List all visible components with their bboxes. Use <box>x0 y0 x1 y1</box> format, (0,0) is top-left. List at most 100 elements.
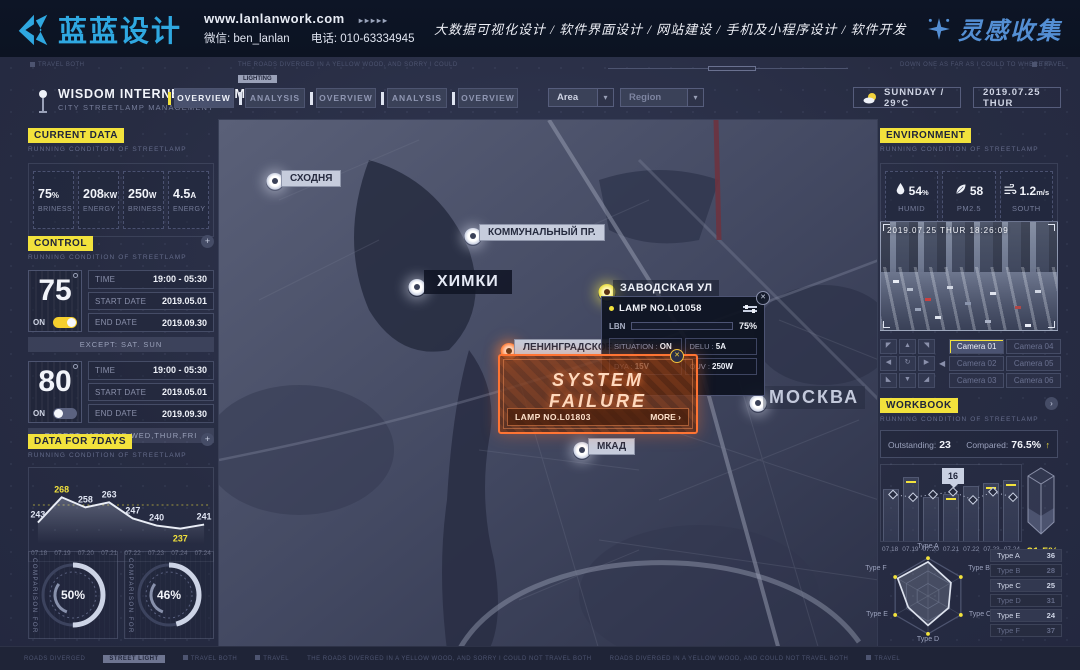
brightness-level-box: 80 ON <box>28 361 82 423</box>
map-label-zavodskaya[interactable]: ЗАВОДСКАЯ УЛ <box>613 280 719 296</box>
timeline-slider[interactable] <box>608 68 848 69</box>
deco-text: THE ROADS DIVERGED IN A YELLOW WOOD, AND… <box>238 62 458 68</box>
camera-button-5[interactable]: Camera 05 <box>1006 356 1061 371</box>
pan-down-right-icon[interactable]: ◢ <box>918 373 935 388</box>
map-label-skhodnya[interactable]: СХОДНЯ <box>281 170 341 187</box>
panel-subtitle: RUNNING CONDITION OF STREETLAMP <box>880 416 1058 423</box>
map-label-khimki[interactable]: ХИМКИ <box>424 270 512 294</box>
camera-button-3[interactable]: Camera 03 <box>949 373 1004 388</box>
pan-down-icon[interactable]: ▼ <box>899 373 916 388</box>
area-select[interactable]: Area ▾ <box>548 88 614 107</box>
inspiration-collect-button[interactable]: 灵感收集 <box>926 11 1062 46</box>
control-row-end[interactable]: END DATE2019.09.30 <box>88 313 214 332</box>
type-row[interactable]: Type E24 <box>990 609 1062 622</box>
control-row-time[interactable]: TIME19:00 - 05:30 <box>88 361 214 380</box>
power-toggle[interactable] <box>53 408 77 419</box>
tab-overview-1[interactable]: OVERVIEW <box>168 88 234 108</box>
tab-overview-3[interactable]: OVERVIEW <box>452 88 518 108</box>
type-value: 37 <box>1047 626 1055 635</box>
banner-contact: www.lanlanwork.com ▸▸▸▸▸ 微信: ben_lanlan … <box>204 11 414 46</box>
add-icon[interactable]: + <box>201 433 214 446</box>
type-row[interactable]: Type F37 <box>990 624 1062 637</box>
sun-cloud-icon <box>863 92 878 104</box>
radar-axis-label: Type F <box>865 565 886 572</box>
control-row-start[interactable]: START DATE2019.05.01 <box>88 292 214 311</box>
collect-label: 灵感收集 <box>958 11 1062 46</box>
chevron-right-icon[interactable]: › <box>1045 397 1058 410</box>
filter-sliders-icon[interactable] <box>743 304 757 314</box>
power-toggle[interactable] <box>53 317 77 328</box>
type-row[interactable]: Type C25 <box>990 579 1062 592</box>
tab-analysis-2[interactable]: ANALYSIS <box>381 88 447 108</box>
camera-button-1[interactable]: Camera 01 <box>949 339 1004 354</box>
svg-text:240: 240 <box>149 513 164 523</box>
pan-up-left-icon[interactable]: ◤ <box>880 339 897 354</box>
top-banner: 蓝蓝设计 www.lanlanwork.com ▸▸▸▸▸ 微信: ben_la… <box>0 0 1080 57</box>
add-icon[interactable]: + <box>201 235 214 248</box>
stat-card-briness2: 250W BRINESS <box>123 171 164 229</box>
more-button[interactable]: MORE › <box>650 412 681 422</box>
pan-up-icon[interactable]: ▲ <box>899 339 916 354</box>
video-traffic <box>893 280 899 283</box>
state-label: ON <box>33 318 45 327</box>
date-box: 2019.07.25 THUR <box>973 87 1061 108</box>
tab-button[interactable]: ANALYSIS <box>387 88 447 108</box>
slider-thumb[interactable] <box>708 66 756 71</box>
pan-right-icon[interactable]: ▶ <box>918 356 935 371</box>
type-legend-table: Type A36 Type B28 Type C25 Type D31 Type E24… <box>990 549 1062 639</box>
type-row[interactable]: Type A36 <box>990 549 1062 562</box>
map-label-mkad[interactable]: МКАД <box>588 438 635 455</box>
type-row[interactable]: Type D31 <box>990 594 1062 607</box>
prev-camera-icon[interactable]: ◀ <box>939 359 945 368</box>
panel-title: WORKBOOK <box>880 398 958 413</box>
current-data-panel: CURRENT DATA RUNNING CONDITION OF STREET… <box>28 125 214 237</box>
tab-button[interactable]: ANALYSIS <box>245 88 305 108</box>
pan-left-icon[interactable]: ◀ <box>880 356 897 371</box>
camera-button-2[interactable]: Camera 02 <box>949 356 1004 371</box>
video-road <box>881 267 1057 330</box>
close-icon[interactable]: ✕ <box>670 349 684 363</box>
deco-text: TRAVEL BOTH <box>191 656 238 662</box>
control-row-end[interactable]: END DATE2019.09.30 <box>88 404 214 423</box>
svg-text:268: 268 <box>54 484 69 494</box>
deco-top-strip: TRAVEL BOTH THE ROADS DIVERGED IN A YELL… <box>0 62 1080 76</box>
square-icon <box>866 655 871 660</box>
radar-axis-label: Type C <box>969 611 991 618</box>
refresh-icon[interactable]: ↻ <box>899 356 916 371</box>
bar-tooltip: 16 <box>942 468 964 484</box>
tab-tick-icon <box>381 92 384 105</box>
pan-up-right-icon[interactable]: ◥ <box>918 339 935 354</box>
tab-button[interactable]: OVERVIEW <box>316 88 376 108</box>
map-canvas[interactable]: СХОДНЯ КОММУНАЛЬНЫЙ ПР. ХИМКИ ЗАВОДСКАЯ … <box>218 119 878 649</box>
control-row-start[interactable]: START DATE2019.05.01 <box>88 383 214 402</box>
arrows-decoration: ▸▸▸▸▸ <box>359 16 389 25</box>
type-row[interactable]: Type B28 <box>990 564 1062 577</box>
control-row-time[interactable]: TIME19:00 - 05:30 <box>88 270 214 289</box>
tab-analysis-1[interactable]: ANALYSIS <box>239 88 305 108</box>
env-card-humid: 54% HUMID <box>885 171 938 223</box>
radar-chart: Type A Type B Type C Type D Type E Type … <box>868 543 988 649</box>
tab-button[interactable]: OVERVIEW <box>458 88 518 108</box>
map-label-kommunalny[interactable]: КОММУНАЛЬНЫЙ ПР. <box>479 224 605 241</box>
region-select[interactable]: Region ▾ <box>620 88 704 107</box>
workbook-panel: WORKBOOK › RUNNING CONDITION OF STREETLA… <box>880 395 1058 560</box>
camera-button-6[interactable]: Camera 06 <box>1006 373 1061 388</box>
gauge-label: COMPARISON FOR <box>127 558 133 634</box>
svg-text:263: 263 <box>102 489 117 499</box>
camera-button-4[interactable]: Camera 04 <box>1006 339 1061 354</box>
brightness-progressbar[interactable] <box>631 322 733 330</box>
tab-overview-2[interactable]: OVERVIEW <box>310 88 376 108</box>
control-group-2: 80 ON TIME19:00 - 05:30 START DATE2019.0… <box>28 361 214 423</box>
pan-down-left-icon[interactable]: ◣ <box>880 373 897 388</box>
type-value: 24 <box>1047 611 1055 620</box>
map-label-moskva[interactable]: МОСКВА <box>763 386 865 409</box>
panel-subtitle: RUNNING CONDITION OF STREETLAMP <box>880 146 1058 153</box>
radar-axis-label: Type A <box>917 543 938 550</box>
wind-icon <box>1004 182 1017 200</box>
system-failure-alert: ✕ SYSTEM FAILURE LAMP NO.L01803 MORE › <box>498 354 698 434</box>
stat-card-briness: 75% BRINESS <box>33 171 74 229</box>
camera-video-feed[interactable]: 2019.07.25 THUR 18:26:09 <box>880 221 1058 331</box>
tab-button[interactable]: OVERVIEW <box>174 88 234 108</box>
website-link[interactable]: www.lanlanwork.com <box>204 11 345 26</box>
close-icon[interactable]: ✕ <box>756 291 770 305</box>
